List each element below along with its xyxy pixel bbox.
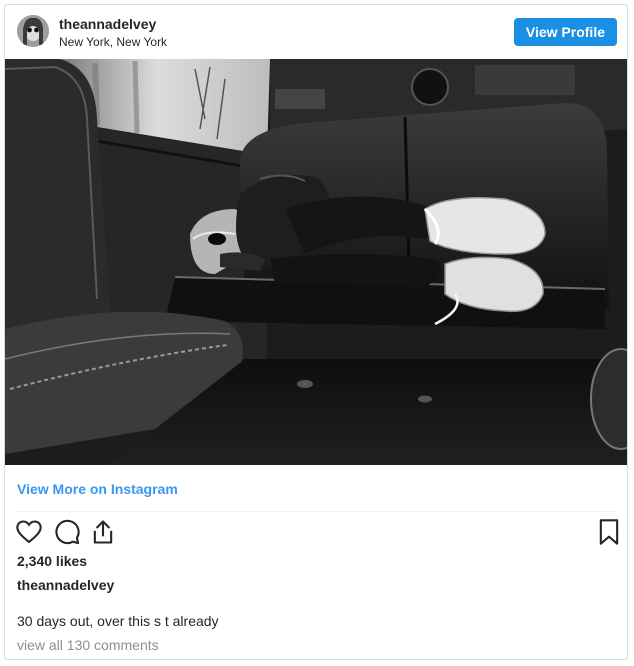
post-caption: 30 days out, over this s t already xyxy=(17,613,219,629)
post-photo[interactable] xyxy=(5,59,627,465)
avatar-image xyxy=(17,15,49,47)
post-header: theannadelvey New York, New York View Pr… xyxy=(5,5,627,59)
likes-count[interactable]: 2,340 likes xyxy=(17,553,87,569)
comment-icon[interactable] xyxy=(53,518,81,546)
instagram-embed: theannadelvey New York, New York View Pr… xyxy=(4,4,628,660)
view-more-on-instagram-link[interactable]: View More on Instagram xyxy=(17,481,178,497)
action-bar xyxy=(15,518,619,546)
view-profile-button[interactable]: View Profile xyxy=(513,18,617,46)
heart-icon[interactable] xyxy=(15,518,43,546)
bookmark-icon[interactable] xyxy=(597,518,625,546)
caption-username[interactable]: theannadelvey xyxy=(17,577,114,593)
post-username[interactable]: theannadelvey xyxy=(59,16,156,32)
share-icon[interactable] xyxy=(89,518,117,546)
post-photo-image xyxy=(5,59,627,465)
view-all-comments-link[interactable]: view all 130 comments xyxy=(17,637,159,653)
divider xyxy=(17,511,615,512)
avatar[interactable] xyxy=(17,15,49,47)
post-location[interactable]: New York, New York xyxy=(59,35,167,49)
